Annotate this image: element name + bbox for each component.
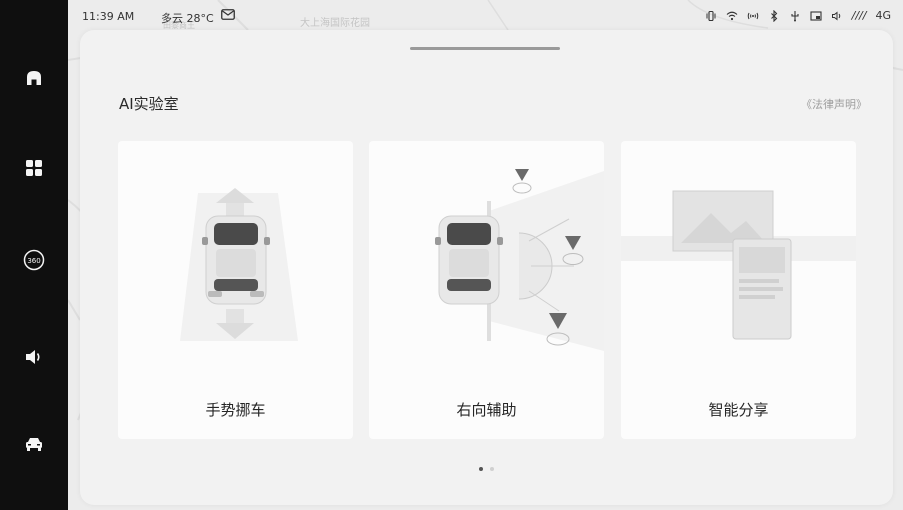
usb-icon xyxy=(789,10,801,22)
smart-share-card[interactable]: 智能分享 xyxy=(621,141,856,439)
car-top-view xyxy=(435,215,503,305)
location-marker-icon xyxy=(512,169,532,194)
right-assist-card[interactable]: 右向辅助 xyxy=(369,141,604,439)
car-top-view xyxy=(202,215,270,305)
card-label: 右向辅助 xyxy=(456,401,517,419)
volume-icon xyxy=(831,10,843,22)
car-icon xyxy=(26,438,42,451)
message-icon xyxy=(221,9,235,20)
volume-button[interactable] xyxy=(19,342,49,372)
clock: 11:39 AM xyxy=(82,10,135,23)
card-label: 手势挪车 xyxy=(205,401,266,419)
right-assist-illustration xyxy=(435,169,604,351)
network-type: 4G xyxy=(875,9,891,22)
vibrate-icon xyxy=(705,10,717,22)
gesture-move-illustration xyxy=(180,188,298,341)
smart-share-illustration xyxy=(621,190,856,340)
home-button[interactable] xyxy=(19,63,49,93)
page-dot[interactable] xyxy=(490,467,494,471)
vehicle-button[interactable] xyxy=(19,429,49,459)
screen-cast-icon xyxy=(810,10,822,22)
camera-360-icon: 360 xyxy=(23,249,45,271)
signal-strength: //// xyxy=(851,9,867,22)
hotspot-icon xyxy=(747,10,759,22)
bluetooth-icon xyxy=(768,9,780,22)
gesture-move-card[interactable]: 手势挪车 xyxy=(118,141,353,439)
legal-notice-link[interactable]: 《法律声明》 xyxy=(801,96,867,112)
drag-handle[interactable] xyxy=(410,47,560,50)
apps-button[interactable] xyxy=(19,153,49,183)
card-label: 智能分享 xyxy=(708,401,769,419)
apps-grid-icon xyxy=(26,160,42,176)
weather: 多云 28°C xyxy=(161,12,214,25)
wifi-icon xyxy=(726,10,738,22)
page-title: AI实验室 xyxy=(119,95,179,113)
ai-lab-panel: AI实验室 《法律声明》 手势挪车 右向辅助 智能分享 xyxy=(80,30,893,505)
volume-icon xyxy=(26,350,40,364)
side-dock: 360 xyxy=(0,0,68,510)
page-indicator xyxy=(80,467,893,471)
status-bar: 11:39 AM 多云 28°C //// 4G xyxy=(68,0,903,28)
home-icon xyxy=(27,71,41,85)
camera-360-button[interactable]: 360 xyxy=(19,245,49,275)
camera-360-text: 360 xyxy=(27,257,40,265)
page-dot-active[interactable] xyxy=(479,467,483,471)
